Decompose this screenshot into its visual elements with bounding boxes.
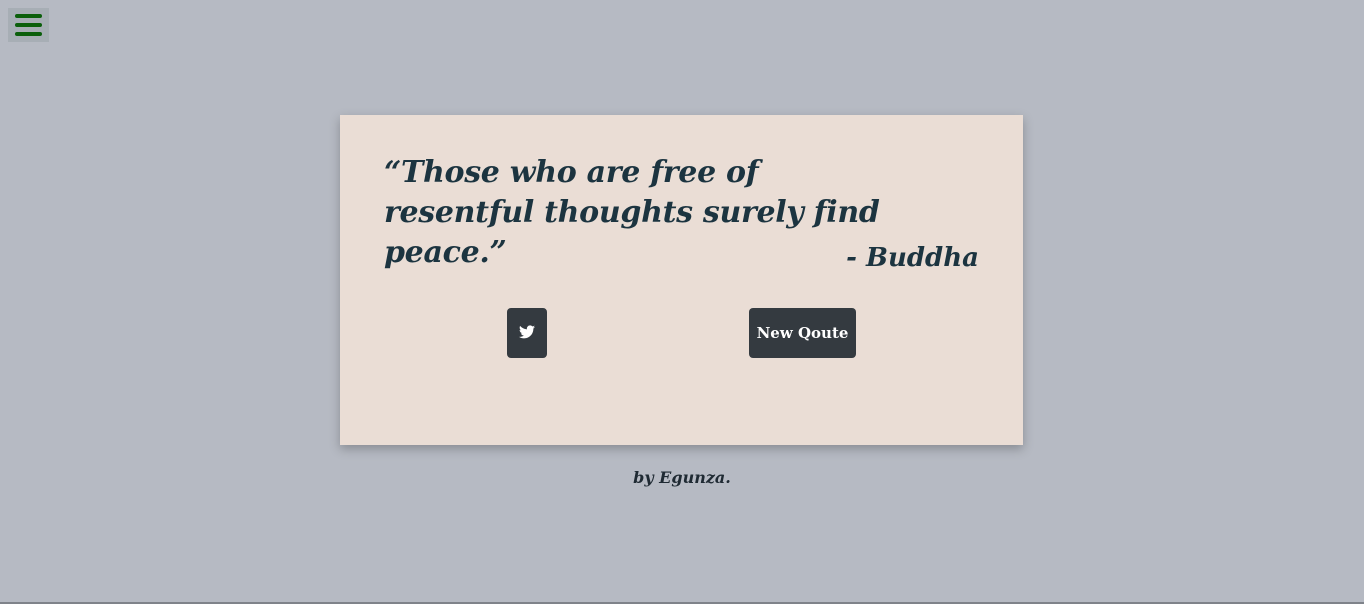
- quote-author: - Buddha: [846, 243, 979, 273]
- footer-credit: by Egunza.: [633, 468, 731, 487]
- new-quote-button[interactable]: New Qoute: [749, 308, 856, 358]
- hamburger-menu-icon-bar-top: [15, 14, 42, 18]
- menu-button[interactable]: [8, 8, 49, 42]
- quote-card: “Those who are free of resentful thought…: [340, 115, 1023, 445]
- twitter-icon: [519, 325, 535, 339]
- tweet-button[interactable]: [507, 308, 547, 358]
- hamburger-menu-icon-bar-middle: [15, 23, 42, 27]
- quote-text: “Those who are free of resentful thought…: [384, 155, 880, 270]
- hamburger-menu-icon-bar-bottom: [15, 32, 42, 36]
